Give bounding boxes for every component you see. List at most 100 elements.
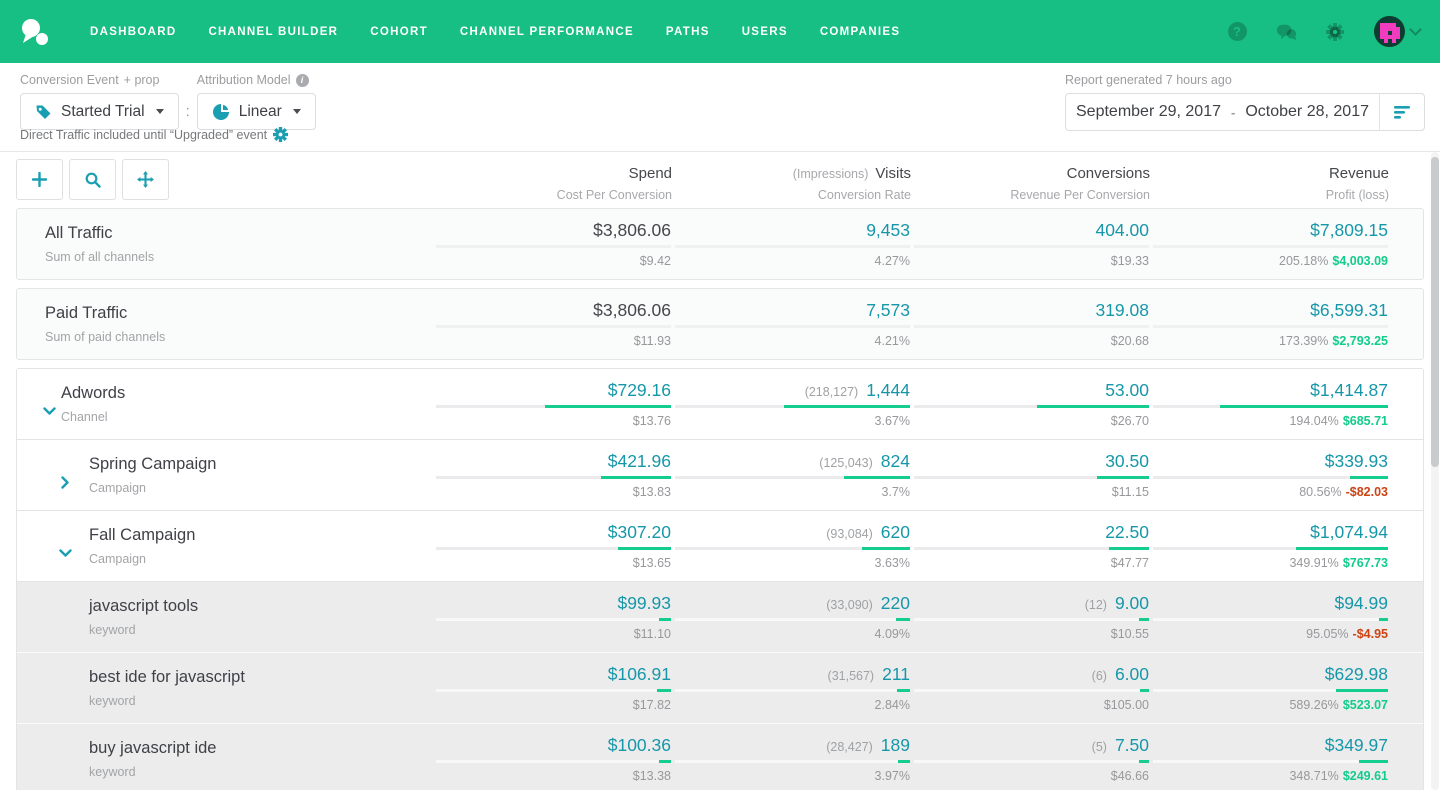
value-bar (675, 405, 910, 408)
cell-paren-value: (31,567) (828, 669, 875, 683)
info-icon[interactable]: i (296, 74, 309, 87)
value-bar (1153, 618, 1388, 621)
table-row[interactable]: Spring Campaign Campaign $421.96 $13.83 … (17, 439, 1423, 510)
row-title: All Traffic (45, 224, 432, 243)
cell-value: 30.50 (1105, 451, 1149, 471)
direct-traffic-note: Direct Traffic included until “Upgraded”… (20, 128, 267, 142)
row-subtitle: Sum of all channels (45, 250, 432, 264)
reorder-button[interactable] (122, 159, 169, 200)
cell-value: $100.36 (608, 735, 671, 755)
value-bar (914, 476, 1149, 479)
conversions-cell: (6)6.00 $105.00 (910, 664, 1149, 712)
value-bar (914, 760, 1149, 763)
cell-sub-value: $13.38 (633, 769, 671, 783)
settings-gear-icon[interactable] (273, 127, 288, 142)
table-row[interactable]: javascript tools keyword $99.93 $11.10 (… (17, 581, 1423, 652)
column-title: Spend (629, 165, 672, 182)
column-header-conversions: Conversions Revenue Per Conversion (911, 156, 1150, 202)
visits-cell: (125,043)824 3.7% (671, 451, 910, 499)
value-bar (436, 245, 671, 248)
column-title: Visits (875, 165, 911, 182)
cell-sub-value: $47.77 (1111, 556, 1149, 570)
cell-value: $7,809.15 (1310, 220, 1388, 240)
add-prop-button[interactable]: + prop (124, 73, 160, 87)
spend-cell: $3,806.06 $9.42 (432, 220, 671, 268)
gear-icon[interactable] (1325, 22, 1345, 42)
column-subtitle: Revenue Per Conversion (911, 188, 1150, 202)
nav-item-cohort[interactable]: COHORT (354, 16, 444, 48)
cell-sub-value: 205.18% (1279, 254, 1328, 268)
chat-icon[interactable] (1276, 22, 1296, 42)
table-row[interactable]: All Traffic Sum of all channels $3,806.0… (17, 209, 1423, 279)
add-channel-button[interactable] (16, 159, 63, 200)
chevron-down-icon[interactable] (43, 403, 56, 421)
value-bar (1153, 689, 1388, 692)
visits-cell: 9,453 4.27% (671, 220, 910, 268)
visits-cell: (218,127)1,444 3.67% (671, 380, 910, 428)
user-menu[interactable] (1374, 16, 1420, 47)
scrollbar-thumb[interactable] (1431, 157, 1439, 467)
value-bar (675, 245, 910, 248)
cell-paren-value: (125,043) (819, 456, 873, 470)
value-bar (914, 547, 1149, 550)
row-subtitle: keyword (89, 623, 432, 637)
value-bar (914, 325, 1149, 328)
filter-separator: : (186, 103, 190, 120)
cell-value: $106.91 (608, 664, 671, 684)
attribution-logo[interactable] (20, 16, 50, 48)
column-prefix: (Impressions) (793, 167, 869, 181)
avatar[interactable] (1374, 16, 1405, 47)
cell-value: $1,414.87 (1310, 380, 1388, 400)
table-row[interactable]: Fall Campaign Campaign $307.20 $13.65 (9… (17, 510, 1423, 581)
attribution-model-label-text: Attribution Model (197, 73, 291, 87)
revenue-cell: $1,074.94 349.91%$767.73 (1149, 522, 1388, 570)
profit-value: -$82.03 (1346, 485, 1388, 499)
revenue-cell: $7,809.15 205.18% $4,003.09 (1149, 220, 1388, 268)
date-range-value[interactable]: September 29, 2017 - October 28, 2017 (1066, 103, 1379, 121)
value-bar (1153, 405, 1388, 408)
chevron-right-icon[interactable] (59, 474, 72, 492)
nav-item-companies[interactable]: COMPANIES (804, 16, 917, 48)
cell-paren-value: (93,084) (826, 527, 873, 541)
nav-item-channel-performance[interactable]: CHANNEL PERFORMANCE (444, 16, 650, 48)
row-subtitle: keyword (89, 765, 432, 779)
nav-item-channel-builder[interactable]: CHANNEL BUILDER (192, 16, 354, 48)
nav-item-dashboard[interactable]: DASHBOARD (74, 16, 192, 48)
profit-value: $4,003.09 (1332, 254, 1388, 268)
conversions-cell: 53.00 $26.70 (910, 380, 1149, 428)
row-title: javascript tools (89, 597, 432, 616)
report-generated-label: Report generated 7 hours ago (1065, 73, 1425, 87)
conversion-event-select[interactable]: Started Trial (20, 93, 179, 130)
table-row[interactable]: Adwords Channel $729.16 $13.76 (218,127)… (17, 369, 1423, 439)
table-row[interactable]: Paid Traffic Sum of paid channels $3,806… (17, 289, 1423, 359)
cell-value: $421.96 (608, 451, 671, 471)
cell-sub-value: $46.66 (1111, 769, 1149, 783)
attribution-model-select[interactable]: Linear (197, 93, 316, 130)
nav-item-users[interactable]: USERS (726, 16, 804, 48)
profit-value: $249.61 (1343, 769, 1388, 783)
cell-value: $349.97 (1325, 735, 1388, 755)
help-icon[interactable]: ? (1227, 22, 1247, 42)
filter-icon (1394, 106, 1411, 119)
value-bar (436, 760, 671, 763)
row-title: Paid Traffic (45, 304, 432, 323)
value-bar (436, 689, 671, 692)
table-row[interactable]: buy javascript ide keyword $100.36 $13.3… (17, 723, 1423, 790)
chevron-down-icon[interactable] (59, 545, 72, 563)
attribution-model-value: Linear (239, 103, 282, 121)
nav-item-paths[interactable]: PATHS (650, 16, 726, 48)
cell-sub-value: $11.93 (634, 334, 671, 348)
cell-value: 319.08 (1095, 300, 1149, 320)
cell-value: 22.50 (1105, 522, 1149, 542)
search-button[interactable] (69, 159, 116, 200)
spend-cell: $307.20 $13.65 (432, 522, 671, 570)
column-subtitle: Profit (loss) (1150, 188, 1389, 202)
cell-value: 6.00 (1115, 664, 1149, 684)
table-row[interactable]: best ide for javascript keyword $106.91 … (17, 652, 1423, 723)
conversions-cell: (12)9.00 $10.55 (910, 593, 1149, 641)
date-options-button[interactable] (1380, 106, 1424, 119)
cards: All Traffic Sum of all channels $3,806.0… (0, 208, 1440, 790)
value-bar (675, 476, 910, 479)
cell-sub-value: $13.83 (633, 485, 671, 499)
chevron-down-icon (1409, 23, 1422, 36)
